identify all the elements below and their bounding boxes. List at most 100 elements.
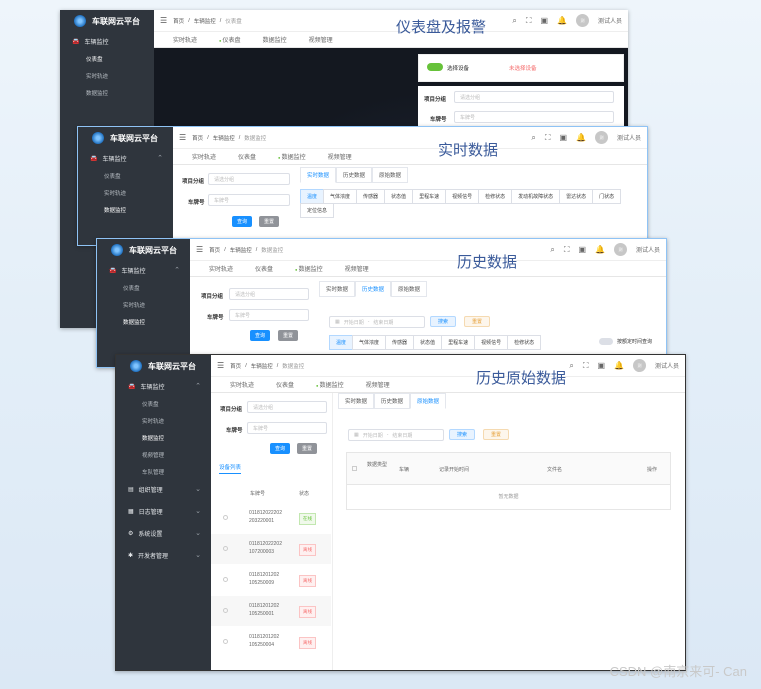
tab-history-data[interactable]: 历史数据 — [355, 281, 392, 297]
sidebar-item-track[interactable]: 实时轨迹 — [116, 412, 211, 429]
history-chip[interactable]: 气体浓度 — [352, 335, 387, 350]
project-select[interactable]: 请选分组 — [247, 401, 327, 413]
date-reset-button[interactable]: 重置 — [483, 429, 509, 440]
tab-history-data[interactable]: 历史数据 — [374, 393, 411, 409]
table-row[interactable]: 01181201202 105250004 离线 — [211, 627, 331, 657]
realtime-chip[interactable]: 状态值 — [384, 189, 414, 204]
realtime-chip[interactable]: 气体浓度 — [323, 189, 358, 204]
menu-fold-icon[interactable]: ☰ — [217, 361, 224, 370]
tab-realtime-data[interactable]: 实时数据 — [300, 167, 337, 183]
search-icon[interactable]: ⌕ — [569, 361, 573, 371]
sidebar-item-track[interactable]: 实时轨迹 — [97, 296, 190, 313]
date-reset-button[interactable]: 重置 — [464, 316, 490, 327]
realtime-chip[interactable]: 检修状态 — [478, 189, 513, 204]
sidebar-group-vehicle[interactable]: 🚘 车辆监控 ⌃ — [116, 377, 211, 395]
realtime-chip[interactable]: 雷达状态 — [559, 189, 594, 204]
avatar[interactable]: 测 — [594, 131, 608, 144]
sidebar-item-dashboard[interactable]: 仪表盘 — [116, 395, 211, 412]
tab-dashboard[interactable]: 仪表盘 — [208, 35, 252, 47]
sidebar-group-vehicle[interactable]: 🚘 车辆监控 ⌃ — [97, 261, 190, 279]
col-record-start[interactable]: 记录开始时间 — [439, 466, 469, 473]
plate-input[interactable]: 车牌号 — [229, 309, 309, 321]
tab-video[interactable]: 视频管理 — [355, 380, 401, 392]
plate-input[interactable]: 车牌号 — [247, 422, 327, 434]
search-icon[interactable]: ⌕ — [512, 16, 516, 26]
fullscreen-icon[interactable]: ⛶ — [583, 361, 589, 371]
menu-fold-icon[interactable]: ☰ — [160, 16, 167, 25]
history-chip[interactable]: 里程车速 — [441, 335, 476, 350]
tab-track[interactable]: 实时轨迹 — [219, 380, 265, 392]
tab-video[interactable]: 视频管理 — [317, 152, 363, 164]
query-button[interactable]: 查询 — [250, 330, 270, 341]
project-select[interactable]: 请选分组 — [208, 173, 290, 185]
tab-track[interactable]: 实时轨迹 — [181, 152, 227, 164]
bell-icon[interactable]: 🔔 — [576, 133, 586, 142]
history-chip[interactable]: 检修状态 — [507, 335, 542, 350]
tab-video[interactable]: 视频管理 — [298, 35, 344, 47]
tab-raw-data[interactable]: 原始数据 — [372, 167, 409, 183]
realtime-chip[interactable]: 视频信号 — [445, 189, 480, 204]
table-row[interactable]: 01181201202 105250001 离线 — [211, 596, 331, 626]
bell-icon[interactable]: 🔔 — [614, 361, 624, 370]
image-icon[interactable]: ▣ — [559, 133, 567, 142]
query-button[interactable]: 查询 — [232, 216, 252, 227]
row-radio[interactable] — [223, 608, 228, 613]
history-toggle[interactable] — [599, 338, 613, 345]
project-select[interactable]: 请选分组 — [229, 288, 309, 300]
tab-video[interactable]: 视频管理 — [334, 264, 380, 276]
tab-raw-data[interactable]: 原始数据 — [410, 393, 447, 409]
history-chip[interactable]: 视频信号 — [474, 335, 509, 350]
search-button[interactable]: 搜索 — [430, 316, 456, 327]
row-radio[interactable] — [223, 639, 228, 644]
sidebar-item-fleet[interactable]: 车队管理 — [116, 463, 211, 480]
reset-button[interactable]: 重置 — [297, 443, 317, 454]
col-data-type[interactable]: 数据类型 — [367, 461, 389, 469]
search-icon[interactable]: ⌕ — [550, 245, 554, 255]
tab-realtime-data[interactable]: 实时数据 — [319, 281, 356, 297]
device-list-tab[interactable]: 设备列表 — [219, 463, 242, 474]
tab-monitor[interactable]: 数据监控 — [305, 380, 355, 392]
fullscreen-icon[interactable]: ⛶ — [526, 16, 532, 26]
table-row[interactable]: 011812022202 203220001 在线 — [211, 503, 331, 533]
menu-fold-icon[interactable]: ☰ — [179, 133, 186, 142]
tab-realtime-data[interactable]: 实时数据 — [338, 393, 375, 409]
plate-input[interactable]: 车牌号 — [208, 194, 290, 206]
tab-history-data[interactable]: 历史数据 — [336, 167, 373, 183]
realtime-chip[interactable]: 温度 — [300, 189, 325, 204]
realtime-chip[interactable]: 里程车速 — [412, 189, 447, 204]
realtime-chip[interactable]: 定位信息 — [300, 203, 335, 218]
bell-icon[interactable]: 🔔 — [557, 16, 567, 25]
reset-button[interactable]: 重置 — [259, 216, 279, 227]
image-icon[interactable]: ▣ — [540, 16, 548, 25]
tab-monitor[interactable]: 数据监控 — [284, 264, 334, 276]
bell-icon[interactable]: 🔔 — [595, 245, 605, 254]
avatar[interactable]: 测 — [632, 359, 646, 372]
history-chip[interactable]: 传感器 — [385, 335, 415, 350]
sidebar-group-vehicle[interactable]: 🚘 车辆监控 — [60, 32, 154, 50]
sidebar-item-dashboard[interactable]: 仪表盘 — [97, 279, 190, 296]
realtime-chip[interactable]: 发动机故障状态 — [511, 189, 561, 204]
sidebar-group-log[interactable]: ▦ 日志管理 ⌄ — [116, 502, 211, 520]
sidebar-item-track[interactable]: 实时轨迹 — [78, 184, 173, 201]
sidebar-item-track[interactable]: 实时轨迹 — [60, 67, 154, 84]
sidebar-group-developer[interactable]: ✱ 开发者管理 ⌄ — [116, 546, 211, 564]
search-button[interactable]: 搜索 — [449, 429, 475, 440]
plate-input[interactable]: 车牌号 — [454, 111, 614, 123]
history-chip[interactable]: 温度 — [329, 335, 354, 350]
sidebar-group-org[interactable]: ▤ 组织管理 ⌄ — [116, 480, 211, 498]
project-select[interactable]: 请选分组 — [454, 91, 614, 103]
table-row[interactable]: 011812022202 107200003 离线 — [211, 534, 331, 564]
sidebar-item-video[interactable]: 视频管理 — [116, 446, 211, 463]
realtime-chip[interactable]: 传感器 — [356, 189, 386, 204]
history-chip[interactable]: 状态值 — [413, 335, 443, 350]
row-radio[interactable] — [223, 577, 228, 582]
image-icon[interactable]: ▣ — [597, 361, 605, 370]
search-icon[interactable]: ⌕ — [531, 133, 535, 143]
col-vehicle[interactable]: 车辆 — [399, 466, 409, 473]
tab-dashboard[interactable]: 仪表盘 — [265, 380, 305, 392]
row-radio[interactable] — [223, 546, 228, 551]
sidebar-item-monitor[interactable]: 数据监控 — [78, 201, 173, 218]
sidebar-item-dashboard[interactable]: 仪表盘 — [60, 50, 154, 67]
user-name[interactable]: 测试人员 — [655, 361, 679, 370]
select-all-checkbox[interactable] — [352, 466, 357, 471]
